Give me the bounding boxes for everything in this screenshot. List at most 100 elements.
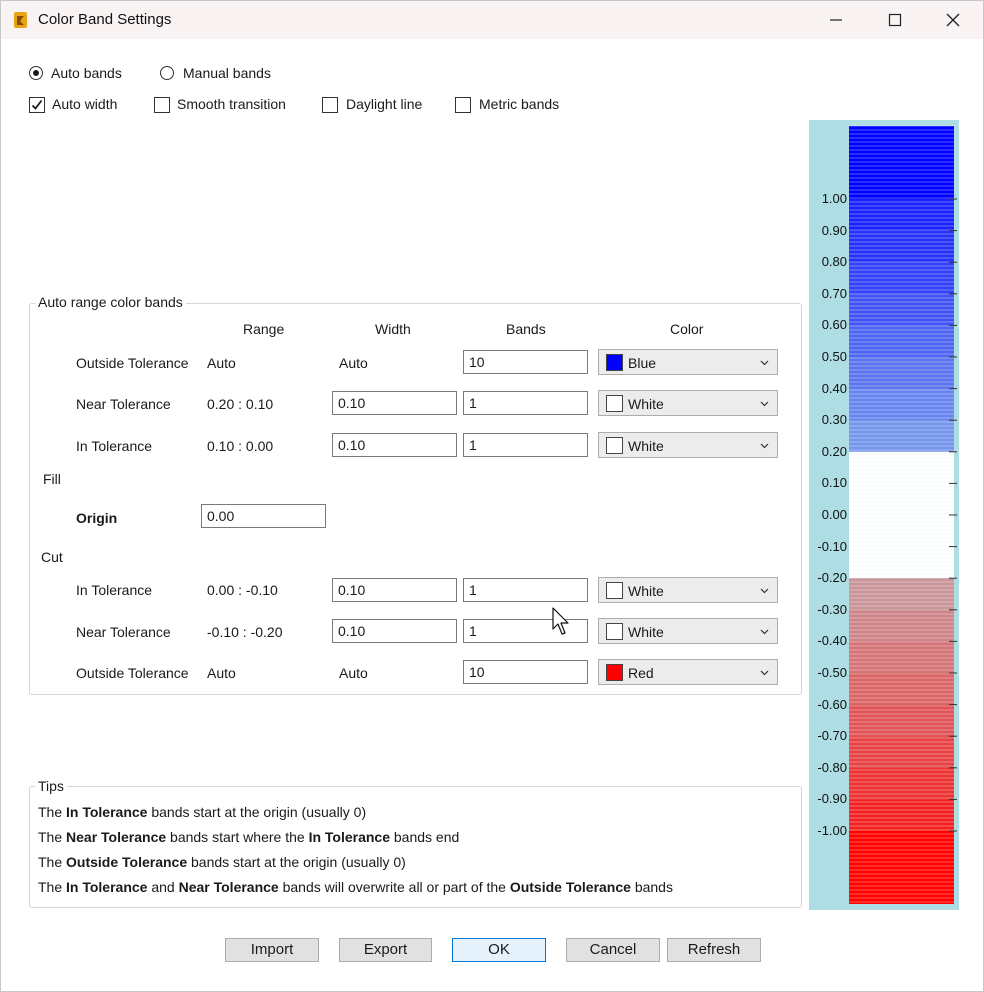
scale-tick-label: -0.40: [817, 633, 847, 649]
cut-in-bands-input[interactable]: 1: [463, 578, 588, 602]
fill-near-range: 0.20 : 0.10: [207, 396, 274, 412]
color-swatch: [606, 582, 623, 599]
origin-input[interactable]: 0.00: [201, 504, 326, 528]
auto-range-group-title: Auto range color bands: [35, 294, 186, 310]
maximize-icon: [888, 13, 902, 27]
tip-line: The Outside Tolerance bands start at the…: [38, 854, 406, 870]
export-button[interactable]: Export: [339, 938, 432, 962]
checkmark-icon: [31, 100, 43, 110]
fill-in-range: 0.10 : 0.00: [207, 438, 274, 454]
scale-tick-label: 0.40: [821, 380, 847, 396]
header-width: Width: [375, 321, 411, 337]
minimize-icon: [830, 19, 842, 21]
header-color: Color: [670, 321, 704, 337]
scale-tick-label: 1.00: [821, 191, 847, 206]
scale-tick-label: 0.70: [821, 285, 847, 301]
fill-near-bands-input[interactable]: 1: [463, 391, 588, 415]
chevron-down-icon: [760, 588, 769, 594]
fill-outside-bands-input[interactable]: 10: [463, 350, 588, 374]
close-icon: [946, 13, 960, 27]
cut-near-color-value: White: [628, 624, 664, 640]
scale-tick-label: 0.90: [821, 222, 847, 238]
daylight-line-checkbox[interactable]: [322, 97, 338, 113]
cut-near-width-input[interactable]: 0.10: [332, 619, 457, 643]
fill-outside-width: Auto: [339, 355, 368, 371]
fill-near-color-select[interactable]: White: [598, 390, 778, 416]
maximize-button[interactable]: [866, 1, 924, 39]
fill-near-name: Near Tolerance: [76, 396, 171, 412]
cut-in-width-input[interactable]: 0.10: [332, 578, 457, 602]
refresh-button[interactable]: Refresh: [667, 938, 761, 962]
cut-label: Cut: [41, 549, 63, 565]
tip-line: The In Tolerance bands start at the orig…: [38, 804, 367, 820]
cut-in-color-select[interactable]: White: [598, 577, 778, 603]
fill-outside-range: Auto: [207, 355, 236, 371]
chevron-down-icon: [760, 360, 769, 366]
fill-outside-color-value: Blue: [628, 355, 657, 371]
metric-bands-checkbox[interactable]: [455, 97, 471, 113]
color-band-settings-window: Color Band Settings Auto bands Manual ba…: [0, 0, 984, 992]
fill-label: Fill: [43, 471, 61, 487]
fill-outside-color-select[interactable]: Blue: [598, 349, 778, 375]
fill-in-color-select[interactable]: White: [598, 432, 778, 458]
chevron-down-icon: [760, 401, 769, 407]
color-swatch: [606, 664, 623, 681]
cancel-button[interactable]: Cancel: [566, 938, 660, 962]
fill-outside-name: Outside Tolerance: [76, 355, 189, 371]
scale-tick-label: 0.10: [821, 475, 847, 491]
chevron-down-icon: [760, 670, 769, 676]
tolerance-band: [849, 451, 954, 579]
fill-near-width-input[interactable]: 0.10: [332, 391, 457, 415]
scale-tick-label: 0.60: [821, 317, 847, 333]
fill-band: [849, 420, 954, 452]
scale-tick-label: -0.60: [817, 696, 847, 712]
scale-tick-label: -0.10: [817, 538, 847, 554]
cut-in-color-value: White: [628, 583, 664, 599]
metric-bands-label[interactable]: Metric bands: [479, 96, 559, 112]
manual-bands-label[interactable]: Manual bands: [183, 65, 271, 81]
smooth-transition-checkbox[interactable]: [154, 97, 170, 113]
manual-bands-radio[interactable]: [160, 66, 174, 80]
scale-tick-label: 0.20: [821, 443, 847, 459]
cut-in-range: 0.00 : -0.10: [207, 582, 278, 598]
scale-tick-label: 0.00: [821, 507, 847, 522]
fill-in-name: In Tolerance: [76, 438, 153, 454]
cut-near-color-select[interactable]: White: [598, 618, 778, 644]
auto-bands-label[interactable]: Auto bands: [51, 65, 122, 81]
header-range: Range: [243, 321, 285, 337]
scale-tick-label: -0.50: [817, 665, 847, 680]
chevron-down-icon: [760, 443, 769, 449]
cut-outside-range: Auto: [207, 665, 236, 681]
fill-in-width-input[interactable]: 0.10: [332, 433, 457, 457]
fill-in-bands-input[interactable]: 1: [463, 433, 588, 457]
scale-tick-label: -1.00: [817, 823, 847, 838]
smooth-transition-label[interactable]: Smooth transition: [177, 96, 286, 112]
color-swatch: [606, 623, 623, 640]
auto-width-label[interactable]: Auto width: [52, 96, 117, 112]
minimize-button[interactable]: [807, 1, 865, 39]
ok-button[interactable]: OK: [452, 938, 546, 962]
cut-in-name: In Tolerance: [76, 582, 153, 598]
header-bands: Bands: [506, 321, 546, 337]
close-button[interactable]: [924, 1, 982, 39]
import-button[interactable]: Import: [225, 938, 319, 962]
cut-outside-width: Auto: [339, 665, 368, 681]
cut-outside-color-select[interactable]: Red: [598, 659, 778, 685]
fill-near-color-value: White: [628, 396, 664, 412]
origin-label: Origin: [76, 510, 118, 526]
daylight-line-label[interactable]: Daylight line: [346, 96, 422, 112]
window-title: Color Band Settings: [38, 11, 172, 28]
scale-tick-label: -0.70: [817, 728, 847, 744]
scale-tick-label: -0.90: [817, 791, 847, 807]
mouse-cursor-icon: [552, 607, 569, 635]
auto-width-checkbox[interactable]: [29, 97, 45, 113]
cut-near-name: Near Tolerance: [76, 624, 171, 640]
color-band-preview: 1.00 0.90 0.80 0.70 0.60 0.50 0.40 0.30 0.20 0.10…: [809, 120, 959, 910]
chevron-down-icon: [760, 629, 769, 635]
cut-outside-bands-input[interactable]: 10: [463, 660, 588, 684]
cut-band: [849, 704, 954, 737]
color-swatch: [606, 395, 623, 412]
cut-band: [849, 736, 954, 768]
color-swatch: [606, 354, 623, 371]
auto-bands-radio[interactable]: [29, 66, 43, 80]
